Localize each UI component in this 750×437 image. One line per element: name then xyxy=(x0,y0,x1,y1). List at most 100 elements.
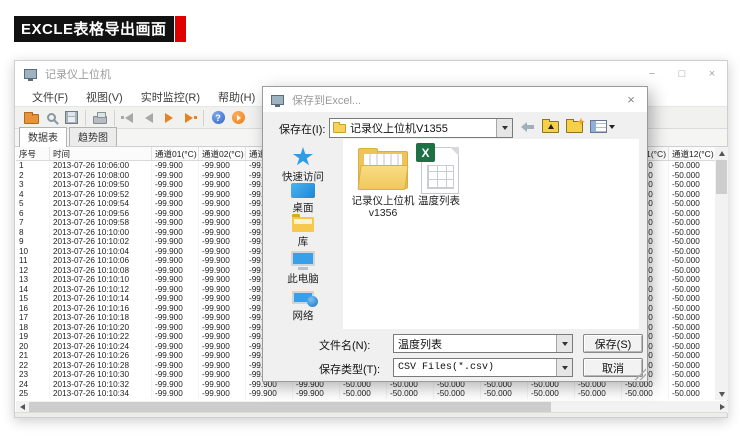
menu-view[interactable]: 视图(V) xyxy=(77,89,132,105)
last-record-icon[interactable] xyxy=(179,109,199,127)
toolbar-separator xyxy=(85,110,86,126)
cell: -50.000 xyxy=(669,247,715,257)
cell: 24 xyxy=(16,380,50,390)
vertical-scroll-thumb[interactable] xyxy=(716,160,727,194)
scroll-up-icon[interactable] xyxy=(715,147,728,159)
sidebar-item-quick-access[interactable]: 快速访问 xyxy=(263,147,343,184)
chevron-down-icon[interactable] xyxy=(556,335,572,352)
column-header[interactable]: 通道12(°C) xyxy=(669,147,715,160)
table-row[interactable]: 252013-07-26 10:10:34-99.900-99.900-99.9… xyxy=(16,389,715,399)
resize-grip[interactable] xyxy=(633,367,646,380)
folder-icon xyxy=(333,124,346,133)
cell: 2013-07-26 10:10:20 xyxy=(50,323,152,333)
cell: 2013-07-26 10:10:26 xyxy=(50,351,152,361)
scroll-down-icon[interactable] xyxy=(715,388,728,400)
dialog-close-icon[interactable]: × xyxy=(615,88,647,112)
column-header[interactable]: 时间 xyxy=(50,147,152,160)
help-icon[interactable] xyxy=(208,109,228,127)
cell: 2013-07-26 10:10:34 xyxy=(50,389,152,399)
column-header[interactable]: 通道01(°C) xyxy=(152,147,199,160)
cell: -99.900 xyxy=(199,256,246,266)
cell: 20 xyxy=(16,342,50,352)
maximize-button[interactable]: □ xyxy=(667,62,697,86)
chevron-down-icon[interactable] xyxy=(496,119,512,137)
cell: -50.000 xyxy=(669,218,715,228)
cell: -99.900 xyxy=(152,180,199,190)
save-in-label: 保存在(I): xyxy=(279,121,325,137)
back-icon[interactable] xyxy=(521,122,535,132)
file-item-folder[interactable]: 记录仪上位机 v1356 xyxy=(351,145,415,219)
cell: -99.900 xyxy=(199,180,246,190)
first-record-icon[interactable] xyxy=(119,109,139,127)
sidebar-item-network[interactable]: 网络 xyxy=(263,291,343,323)
chevron-down-icon[interactable] xyxy=(556,359,572,376)
cell: -50.000 xyxy=(669,313,715,323)
cell: -99.900 xyxy=(199,389,246,399)
file-type-combobox[interactable]: CSV Files(*.csv) xyxy=(393,358,573,377)
cell: 2013-07-26 10:09:50 xyxy=(50,180,152,190)
open-folder-icon[interactable] xyxy=(21,109,41,127)
cell: 13 xyxy=(16,275,50,285)
cell: -50.000 xyxy=(669,209,715,219)
cell: -99.900 xyxy=(152,247,199,257)
column-header[interactable]: 通道02(°C) xyxy=(199,147,246,160)
column-header[interactable]: 序号 xyxy=(16,147,50,160)
sidebar-item-desktop[interactable]: 桌面 xyxy=(263,183,343,215)
network-icon xyxy=(292,291,314,304)
cell: -50.000 xyxy=(669,171,715,181)
up-one-level-icon[interactable] xyxy=(542,121,559,133)
cell: -50.000 xyxy=(669,275,715,285)
cell: -99.900 xyxy=(199,380,246,390)
cell: -99.900 xyxy=(199,304,246,314)
cell: -99.900 xyxy=(152,266,199,276)
save-dialog: 保存到Excel... × 保存在(I): 记录仪上位机V1355 快速访问 桌… xyxy=(262,86,648,382)
cell: -50.000 xyxy=(669,351,715,361)
close-button[interactable]: × xyxy=(697,62,727,86)
cell: -99.900 xyxy=(199,161,246,171)
new-folder-icon[interactable] xyxy=(566,121,583,133)
cell: -99.900 xyxy=(152,256,199,266)
file-item-excel[interactable]: X 温度列表 xyxy=(407,145,471,207)
sidebar-item-libraries[interactable]: 库 xyxy=(263,217,343,249)
menu-help[interactable]: 帮助(H) xyxy=(209,89,264,105)
cell: -99.900 xyxy=(152,361,199,371)
menu-file[interactable]: 文件(F) xyxy=(23,89,77,105)
cell: 2013-07-26 10:10:02 xyxy=(50,237,152,247)
cell: 2013-07-26 10:10:24 xyxy=(50,342,152,352)
next-record-icon[interactable] xyxy=(159,109,179,127)
window-bottom-edge xyxy=(15,412,727,417)
file-label: 温度列表 xyxy=(407,195,471,207)
menu-realtime-monitor[interactable]: 实时监控(R) xyxy=(132,89,209,105)
cell: -99.900 xyxy=(152,190,199,200)
file-name-combobox[interactable]: 温度列表 xyxy=(393,334,573,353)
save-button[interactable]: 保存(S) xyxy=(583,334,643,353)
cell: -99.900 xyxy=(152,294,199,304)
previous-record-icon[interactable] xyxy=(139,109,159,127)
save-in-combobox[interactable]: 记录仪上位机V1355 xyxy=(329,118,513,138)
tab-data-table[interactable]: 数据表 xyxy=(19,127,67,147)
save-icon[interactable] xyxy=(61,109,81,127)
dialog-title: 保存到Excel... xyxy=(292,92,361,108)
cell: -50.000 xyxy=(575,389,622,399)
cell: 23 xyxy=(16,370,50,380)
view-menu-button[interactable] xyxy=(590,120,615,133)
horizontal-scroll-thumb[interactable] xyxy=(29,402,551,412)
sidebar-item-label: 快速访问 xyxy=(263,169,343,184)
minimize-button[interactable]: − xyxy=(637,62,667,86)
vertical-scrollbar[interactable] xyxy=(715,147,728,400)
print-icon[interactable] xyxy=(90,109,110,127)
run-icon[interactable] xyxy=(228,109,248,127)
this-pc-icon xyxy=(291,251,315,266)
cell: -99.900 xyxy=(152,342,199,352)
cell: -99.900 xyxy=(199,323,246,333)
cell: 2013-07-26 10:10:00 xyxy=(50,228,152,238)
cell: 1 xyxy=(16,161,50,171)
sidebar-item-this-pc[interactable]: 此电脑 xyxy=(263,251,343,286)
cell: -99.900 xyxy=(152,351,199,361)
tab-trend-chart[interactable]: 趋势图 xyxy=(69,127,117,146)
cell: -50.000 xyxy=(669,228,715,238)
file-list: 记录仪上位机 v1356 X 温度列表 xyxy=(343,139,639,329)
cell: -99.900 xyxy=(199,294,246,304)
search-icon[interactable] xyxy=(41,109,61,127)
cell: 2013-07-26 10:09:56 xyxy=(50,209,152,219)
